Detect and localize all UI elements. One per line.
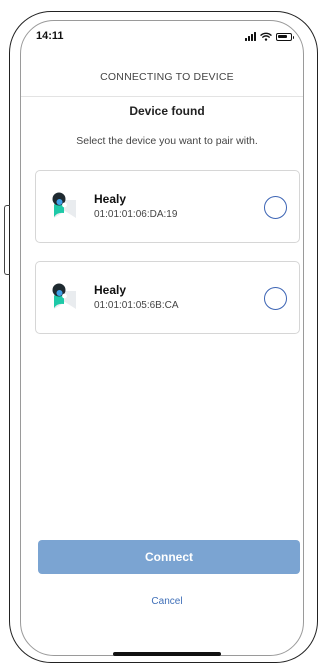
status-time: 14:11: [36, 30, 64, 42]
instruction-text: Select the device you want to pair with.: [76, 135, 258, 147]
device-name: Healy: [94, 192, 127, 206]
device-mac-address: 01:01:01:05:6B:CA: [94, 300, 179, 311]
status-icons: [245, 32, 294, 41]
device-mac-address: 01:01:01:06:DA:19: [94, 209, 178, 220]
signal-icon: [245, 32, 256, 41]
status-bar: 14:11: [30, 28, 300, 48]
phone-side-button: [4, 205, 10, 275]
device-card[interactable]: Healy 01:01:01:06:DA:19: [35, 170, 300, 243]
battery-icon: [276, 32, 294, 41]
section-heading: Device found: [129, 104, 205, 118]
page-title: CONNECTING TO DEVICE: [100, 71, 234, 83]
device-name: Healy: [94, 283, 127, 297]
wifi-icon: [260, 32, 272, 41]
home-indicator[interactable]: [113, 652, 221, 656]
device-radio-button[interactable]: [264, 287, 287, 310]
connect-button[interactable]: Connect: [38, 540, 300, 574]
cancel-link[interactable]: Cancel: [0, 596, 320, 607]
healy-logo-icon: [52, 192, 76, 218]
device-card[interactable]: Healy 01:01:01:05:6B:CA: [35, 261, 300, 334]
header-divider: [21, 96, 303, 97]
healy-logo-icon: [52, 283, 76, 309]
device-radio-button[interactable]: [264, 196, 287, 219]
